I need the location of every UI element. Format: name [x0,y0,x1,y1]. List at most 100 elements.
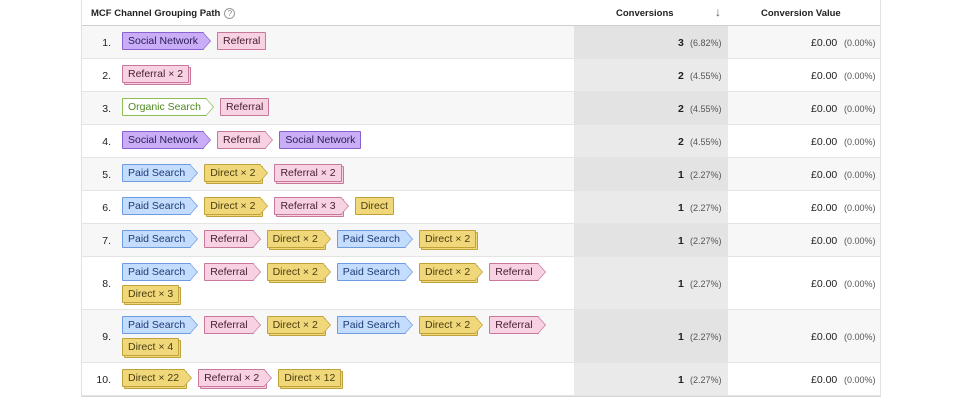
conversion-value-percent: (0.00%) [844,137,876,147]
channel-path: Paid Search Referral Direct × 2 Paid Search… [122,263,562,307]
path-step-direct[interactable]: Direct × 22 [122,369,193,387]
path-step-referral[interactable]: Referral [217,32,267,50]
conversion-value-percent: (0.00%) [844,236,876,246]
path-step-direct[interactable]: Direct × 2 [204,164,269,182]
path-step-social[interactable]: Social Network [279,131,362,149]
table-row: 10. Direct × 22 Referral × 2 Direct × 12 1 (2… [82,363,880,396]
conversions-percent: (4.55%) [690,71,722,81]
path-step-referral[interactable]: Referral [204,230,261,248]
conversion-value-percent: (0.00%) [844,332,876,342]
path-step-referral[interactable]: Referral × 2 [274,164,342,182]
conversion-value-percent: (0.00%) [844,71,876,81]
conversion-value-column-header[interactable]: Conversion Value [761,8,841,19]
path-step-direct[interactable]: Direct × 2 [266,263,332,281]
path-step-direct[interactable]: Direct × 2 [266,230,332,248]
path-step-direct[interactable]: Direct × 2 [266,316,332,334]
conversion-value: £0.00 [811,374,838,386]
path-step-paid[interactable]: Paid Search [122,230,199,248]
path-step-direct[interactable]: Direct × 2 [419,230,477,248]
conversion-value-percent: (0.00%) [844,279,876,289]
channel-path: Direct × 22 Referral × 2 Direct × 12 [122,369,562,391]
table-row: 7. Paid Search Referral Direct × 2 Paid Sear… [82,224,880,257]
path-step-direct[interactable]: Direct [354,197,395,215]
conversions-count: 2 [678,70,684,82]
conversion-value-percent: (0.00%) [844,203,876,213]
path-step-direct[interactable]: Direct × 3 [122,285,180,303]
path-step-organic[interactable]: Organic Search [122,98,214,116]
sort-descending-icon[interactable]: ↓ [715,5,721,19]
row-index: 9. [102,331,111,343]
conversion-value: £0.00 [811,103,838,115]
path-step-social[interactable]: Social Network [122,32,212,50]
conversions-count: 1 [678,278,684,290]
path-step-referral[interactable]: Referral [489,316,547,334]
row-index: 4. [102,136,111,148]
conversion-value: £0.00 [811,37,838,49]
channel-path: Referral × 2 [122,65,562,87]
path-step-paid[interactable]: Paid Search [122,316,199,334]
conversion-value-percent: (0.00%) [844,170,876,180]
path-step-referral[interactable]: Referral × 2 [198,369,273,387]
channel-path: Paid Search Referral Direct × 2 Paid Search… [122,316,562,360]
conversions-column-header[interactable]: Conversions [616,8,674,19]
channel-path: Paid Search Direct × 2 Referral × 3 Direct [122,197,562,219]
path-step-paid[interactable]: Paid Search [336,263,414,281]
conversions-percent: (4.55%) [690,104,722,114]
path-step-paid[interactable]: Paid Search [122,197,199,215]
path-step-referral[interactable]: Referral [204,316,261,334]
conversion-value: £0.00 [811,70,838,82]
path-step-direct[interactable]: Direct × 2 [419,316,484,334]
table-row: 1. Social Network Referral 3 (6.82%) £0.00 (0.… [82,26,880,59]
path-step-direct[interactable]: Direct × 12 [278,369,342,387]
row-index: 2. [102,70,111,82]
conversion-value: £0.00 [811,169,838,181]
table-row: 8. Paid Search Referral Direct × 2 Paid Sear… [82,257,880,310]
channel-path: Social Network Referral Social Network [122,131,562,153]
conversions-percent: (6.82%) [690,38,722,48]
channel-path: Social Network Referral [122,32,562,54]
path-step-referral[interactable]: Referral [217,131,274,149]
path-step-direct[interactable]: Direct × 4 [122,338,180,356]
path-step-paid[interactable]: Paid Search [336,316,414,334]
conversions-count: 1 [678,169,684,181]
conversions-percent: (2.27%) [690,375,722,385]
path-column-label: MCF Channel Grouping Path [91,8,221,19]
conversion-value: £0.00 [811,331,838,343]
conversions-percent: (2.27%) [690,236,722,246]
table-row: 5. Paid Search Direct × 2 Referral × 2 1 (2.2… [82,158,880,191]
conversions-percent: (2.27%) [690,203,722,213]
conversions-percent: (2.27%) [690,332,722,342]
row-index: 7. [102,235,111,247]
row-index: 1. [102,37,111,49]
help-icon[interactable]: ? [224,8,236,19]
conversions-count: 2 [678,103,684,115]
path-step-paid[interactable]: Paid Search [122,164,199,182]
conversion-value: £0.00 [811,278,838,290]
path-step-paid[interactable]: Paid Search [336,230,414,248]
path-column-header[interactable]: MCF Channel Grouping Path ? [91,8,236,19]
conversions-count: 1 [678,202,684,214]
conversion-paths-table: MCF Channel Grouping Path ? Conversions … [81,0,881,397]
path-step-social[interactable]: Social Network [122,131,212,149]
conversion-value-percent: (0.00%) [844,104,876,114]
table-row: 6. Paid Search Direct × 2 Referral × 3 Direc… [82,191,880,224]
table-row: 4. Social Network Referral Social Network 2 (… [82,125,880,158]
conversions-percent: (2.27%) [690,279,722,289]
path-step-referral[interactable]: Referral × 3 [274,197,349,215]
path-step-referral[interactable]: Referral [204,263,261,281]
table-row: 3. Organic Search Referral 2 (4.55%) £0.00 (0.… [82,92,880,125]
row-index: 6. [102,202,111,214]
path-step-referral[interactable]: Referral × 2 [122,65,190,83]
conversions-count: 3 [678,37,684,49]
path-step-referral[interactable]: Referral [219,98,270,116]
path-step-paid[interactable]: Paid Search [122,263,199,281]
channel-path: Paid Search Direct × 2 Referral × 2 [122,164,562,186]
table-body: 1. Social Network Referral 3 (6.82%) £0.00 (0.… [82,26,880,396]
conversions-count: 1 [678,374,684,386]
table-row: 2. Referral × 2 2 (4.55%) £0.00 (0.00%) [82,59,880,92]
path-step-referral[interactable]: Referral [489,263,547,281]
table-row: 9. Paid Search Referral Direct × 2 Paid Sear… [82,310,880,363]
conversion-value-percent: (0.00%) [844,375,876,385]
path-step-direct[interactable]: Direct × 2 [204,197,269,215]
path-step-direct[interactable]: Direct × 2 [419,263,484,281]
